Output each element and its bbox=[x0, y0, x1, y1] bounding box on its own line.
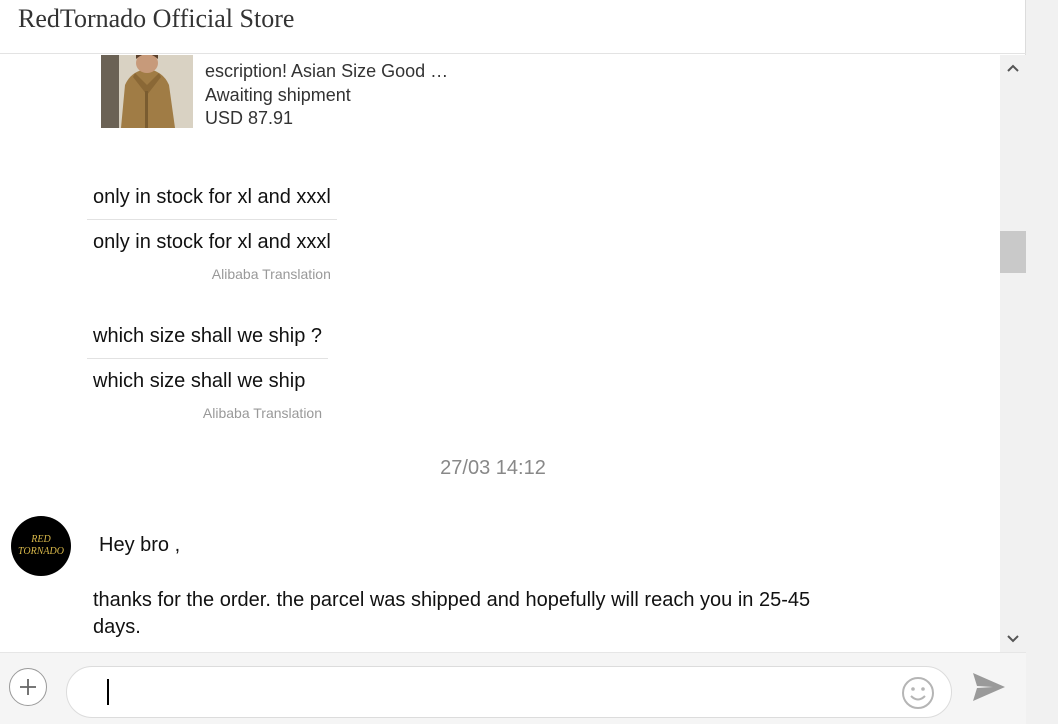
message-timestamp: 27/03 14:12 bbox=[440, 457, 546, 479]
avatar-text: TORNADO bbox=[18, 546, 64, 557]
store-title[interactable]: RedTornado Official Store bbox=[18, 4, 294, 34]
scrollbar[interactable] bbox=[1000, 55, 1026, 652]
text-caret bbox=[107, 679, 109, 705]
avatar-text: RED bbox=[31, 534, 51, 545]
chat-window: RedTornado Official Store escription! As… bbox=[0, 0, 1026, 724]
message-original: only in stock for xl and xxxl bbox=[93, 186, 331, 208]
scrollbar-thumb[interactable] bbox=[1000, 231, 1026, 273]
order-status: Awaiting shipment bbox=[205, 85, 351, 105]
seller-greeting: Hey bro , bbox=[99, 534, 181, 556]
translation-source: Alibaba Translation bbox=[211, 266, 331, 282]
message-bubble: only in stock for xl and xxxl only in st… bbox=[87, 185, 337, 282]
seller-avatar[interactable]: RED TORNADO bbox=[11, 516, 71, 576]
message-input-wrapper bbox=[66, 666, 952, 718]
message-bubble: which size shall we ship ? which size sh… bbox=[87, 324, 328, 421]
message-original: which size shall we ship ? bbox=[93, 325, 322, 347]
chevron-up-icon[interactable] bbox=[1000, 55, 1026, 81]
message-composer bbox=[0, 652, 1026, 724]
seller-message: thanks for the order. the parcel was shi… bbox=[93, 589, 811, 638]
message-translation: only in stock for xl and xxxl bbox=[93, 231, 331, 253]
product-name[interactable]: escription! Asian Size Good … bbox=[205, 61, 448, 82]
message-input[interactable] bbox=[103, 675, 887, 711]
send-icon[interactable] bbox=[971, 671, 1007, 703]
product-price: USD 87.91 bbox=[205, 108, 294, 128]
chat-header: RedTornado Official Store bbox=[0, 0, 1026, 54]
plus-icon[interactable] bbox=[9, 668, 47, 706]
message-list[interactable]: escription! Asian Size Good … Awaiting s… bbox=[0, 55, 1000, 652]
divider bbox=[87, 219, 337, 220]
message-translation: which size shall we ship bbox=[93, 370, 306, 392]
product-thumbnail[interactable] bbox=[101, 55, 193, 128]
chevron-down-icon[interactable] bbox=[1000, 626, 1026, 652]
emoji-icon[interactable] bbox=[901, 676, 935, 710]
divider bbox=[87, 358, 328, 359]
translation-source: Alibaba Translation bbox=[202, 405, 322, 421]
